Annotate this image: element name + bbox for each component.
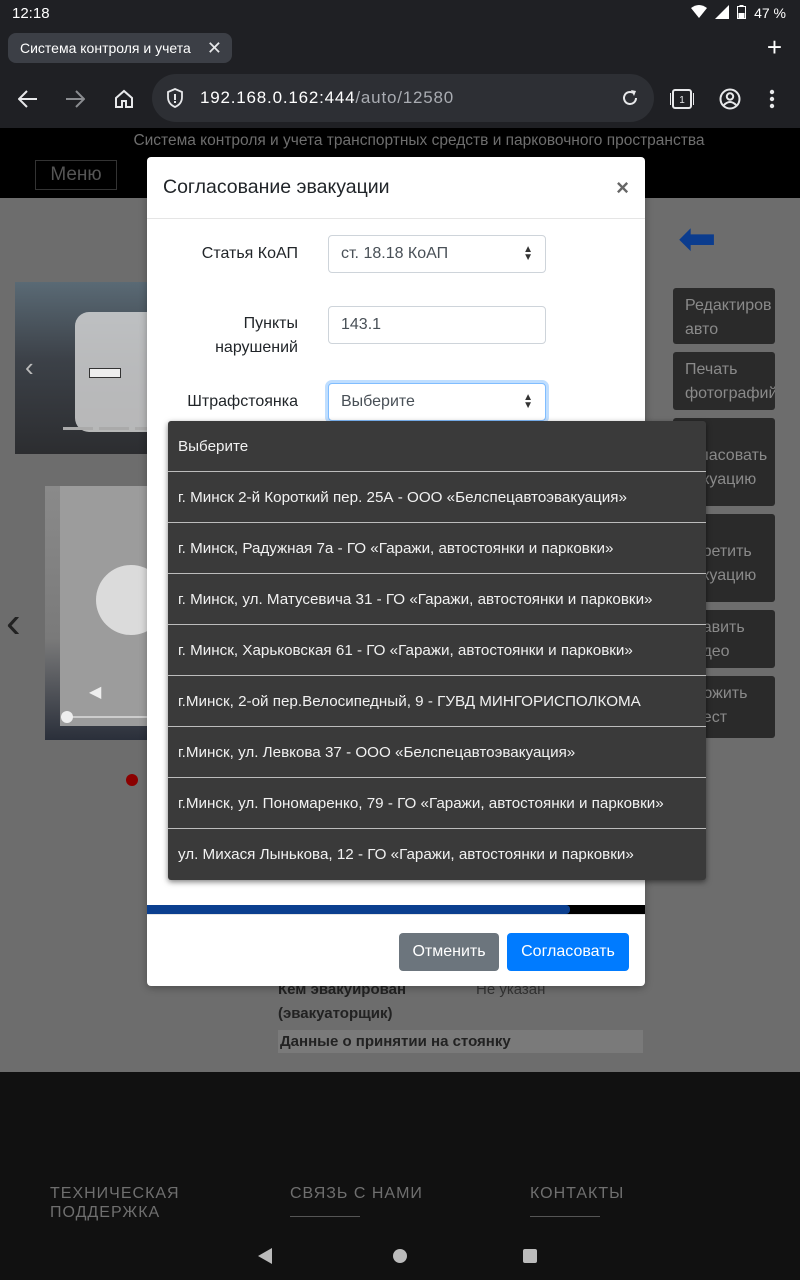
select-arrows-icon: ▲ ▼ xyxy=(523,244,533,263)
print-photos-button[interactable]: Печать фотографий xyxy=(673,352,775,410)
plate-image xyxy=(89,368,121,378)
impound-lot-value: Выберите xyxy=(341,393,415,410)
home-icon[interactable] xyxy=(109,84,139,114)
dropdown-option[interactable]: г. Минск, Радужная 7а - ГО «Гаражи, авто… xyxy=(168,523,706,574)
dropdown-option[interactable]: г.Минск, ул. Левкова 37 - ООО «Белспецав… xyxy=(168,727,706,778)
progress-fill xyxy=(147,905,571,914)
video-prev-icon[interactable]: ‹ xyxy=(6,598,21,648)
video-progress-bar[interactable] xyxy=(61,716,149,718)
select-arrows-icon: ▲ ▼ xyxy=(523,392,533,411)
signal-icon xyxy=(715,4,730,22)
points-input[interactable]: 143.1 xyxy=(328,306,546,344)
close-icon[interactable]: × xyxy=(616,175,629,201)
points-label: Пункты нарушений xyxy=(215,315,298,356)
parking-data-header: Данные о принятии на стоянку xyxy=(278,1030,643,1053)
impound-lot-dropdown[interactable]: Выберите г. Минск 2-й Короткий пер. 25А … xyxy=(168,421,706,880)
tab-title: Система контроля и учета xyxy=(20,40,191,56)
footer-contact-us: СВЯЗЬ С НАМИ xyxy=(290,1184,423,1217)
dropdown-option[interactable]: г. Минск, ул. Матусевича 31 - ГО «Гаражи… xyxy=(168,574,706,625)
account-icon[interactable] xyxy=(715,84,745,114)
volume-icon[interactable]: ◀ xyxy=(89,682,101,702)
more-options-icon[interactable] xyxy=(757,84,787,114)
tab-strip: Система контроля и учета ✕ + xyxy=(0,26,800,70)
site-title: Система контроля и учета транспортных ср… xyxy=(133,132,705,149)
browser-tab[interactable]: Система контроля и учета ✕ xyxy=(8,33,232,63)
url-host: 192.168.0.162:444 xyxy=(200,88,356,107)
cancel-button[interactable]: Отменить xyxy=(399,933,499,971)
approve-button[interactable]: Согласовать xyxy=(507,933,629,971)
video-seek-handle[interactable] xyxy=(61,711,73,723)
nav-home-icon[interactable] xyxy=(393,1249,407,1263)
upload-progress-bar xyxy=(147,905,645,914)
dropdown-option[interactable]: Выберите xyxy=(168,421,706,472)
tab-switcher-icon[interactable]: 1 xyxy=(667,84,697,114)
info-table: Кем эвакуирован (эвакуаторщик) Не указан… xyxy=(278,978,643,1053)
system-nav-bar xyxy=(0,1232,800,1280)
wifi-icon xyxy=(691,4,708,22)
dropdown-option[interactable]: ул. Михася Лынькова, 12 - ГО «Гаражи, ав… xyxy=(168,829,706,880)
site-info-icon[interactable] xyxy=(166,88,184,108)
edit-car-button[interactable]: Редактиров авто xyxy=(673,288,775,344)
url-path: /auto/12580 xyxy=(355,88,455,107)
video-player[interactable]: ◀ xyxy=(45,486,166,740)
modal-footer: Отменить Согласовать xyxy=(147,914,645,986)
modal-title: Согласование эвакуации xyxy=(163,176,390,198)
photo-carousel[interactable]: ‹ xyxy=(15,282,165,454)
site-footer: ТЕХНИЧЕСКАЯ ПОДДЕРЖКА СВЯЗЬ С НАМИ КОНТА… xyxy=(0,1072,800,1232)
status-icons: 47 % xyxy=(691,4,786,22)
article-value: ст. 18.18 КоАП xyxy=(341,245,449,262)
new-tab-icon[interactable]: + xyxy=(767,34,782,60)
footer-contacts: КОНТАКТЫ xyxy=(530,1184,624,1217)
points-value: 143.1 xyxy=(341,316,382,333)
reload-icon[interactable] xyxy=(620,88,640,108)
battery-level: 47 % xyxy=(754,5,786,21)
dropdown-option[interactable]: г. Минск, Харьковская 61 - ГО «Гаражи, а… xyxy=(168,625,706,676)
close-tab-icon[interactable]: ✕ xyxy=(207,39,222,57)
dropdown-option[interactable]: г.Минск, ул. Пономаренко, 79 - ГО «Гараж… xyxy=(168,778,706,829)
footer-support: ТЕХНИЧЕСКАЯ ПОДДЕРЖКА xyxy=(50,1185,180,1221)
article-label: Статья КоАП xyxy=(201,245,298,262)
nav-recents-icon[interactable] xyxy=(523,1249,537,1263)
impound-lot-select[interactable]: Выберите ▲ ▼ xyxy=(328,383,546,421)
dropdown-option[interactable]: г.Минск, 2-ой пер.Велосипедный, 9 - ГУВД… xyxy=(168,676,706,727)
svg-text:1: 1 xyxy=(679,95,685,106)
article-select[interactable]: ст. 18.18 КоАП ▲ ▼ xyxy=(328,235,546,273)
video-indicator-dot[interactable] xyxy=(126,774,138,786)
back-arrow-icon[interactable]: ⬅ xyxy=(678,215,717,261)
nav-back-icon[interactable] xyxy=(258,1248,272,1264)
browser-toolbar: 192.168.0.162:444/auto/12580 1 xyxy=(0,70,800,128)
forward-icon[interactable] xyxy=(60,84,90,114)
modal-header: Согласование эвакуации × xyxy=(147,157,645,219)
back-icon[interactable] xyxy=(13,84,43,114)
menu-button[interactable]: Меню xyxy=(35,160,117,190)
address-bar[interactable]: 192.168.0.162:444/auto/12580 xyxy=(152,74,654,122)
dropdown-option[interactable]: г. Минск 2-й Короткий пер. 25А - ООО «Бе… xyxy=(168,472,706,523)
battery-icon xyxy=(737,4,747,22)
status-bar: 12:18 47 % xyxy=(0,0,800,26)
status-time: 12:18 xyxy=(12,4,50,22)
carousel-prev-icon[interactable]: ‹ xyxy=(25,352,34,383)
impound-lot-label: Штрафстоянка xyxy=(187,393,298,410)
